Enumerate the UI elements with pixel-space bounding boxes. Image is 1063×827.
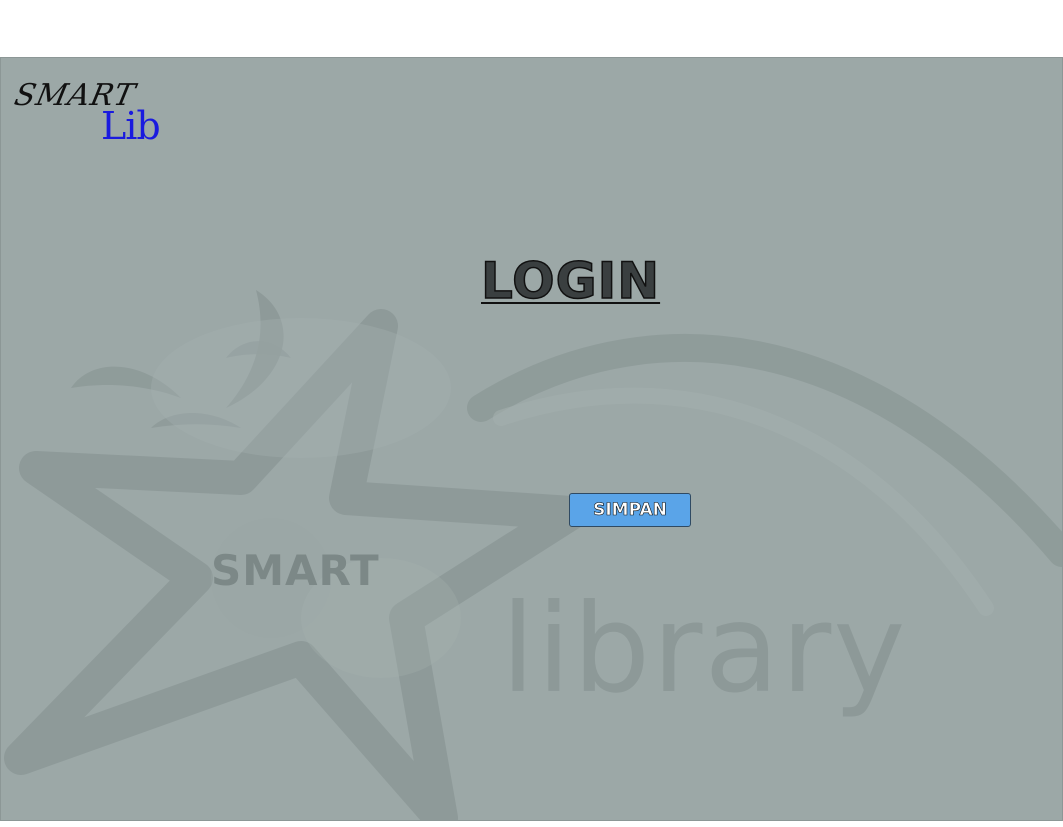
- app-logo: SMART Lib: [11, 78, 165, 158]
- simpan-button[interactable]: SIMPAN: [569, 493, 691, 527]
- watermark-library-text: library: [501, 578, 908, 720]
- logo-lib-text: Lib: [101, 104, 161, 148]
- login-screen: SMART library SMART Lib LOGIN SIMPAN: [0, 57, 1063, 821]
- page-title: LOGIN: [480, 251, 661, 311]
- watermark-smart-text: SMART: [211, 546, 380, 595]
